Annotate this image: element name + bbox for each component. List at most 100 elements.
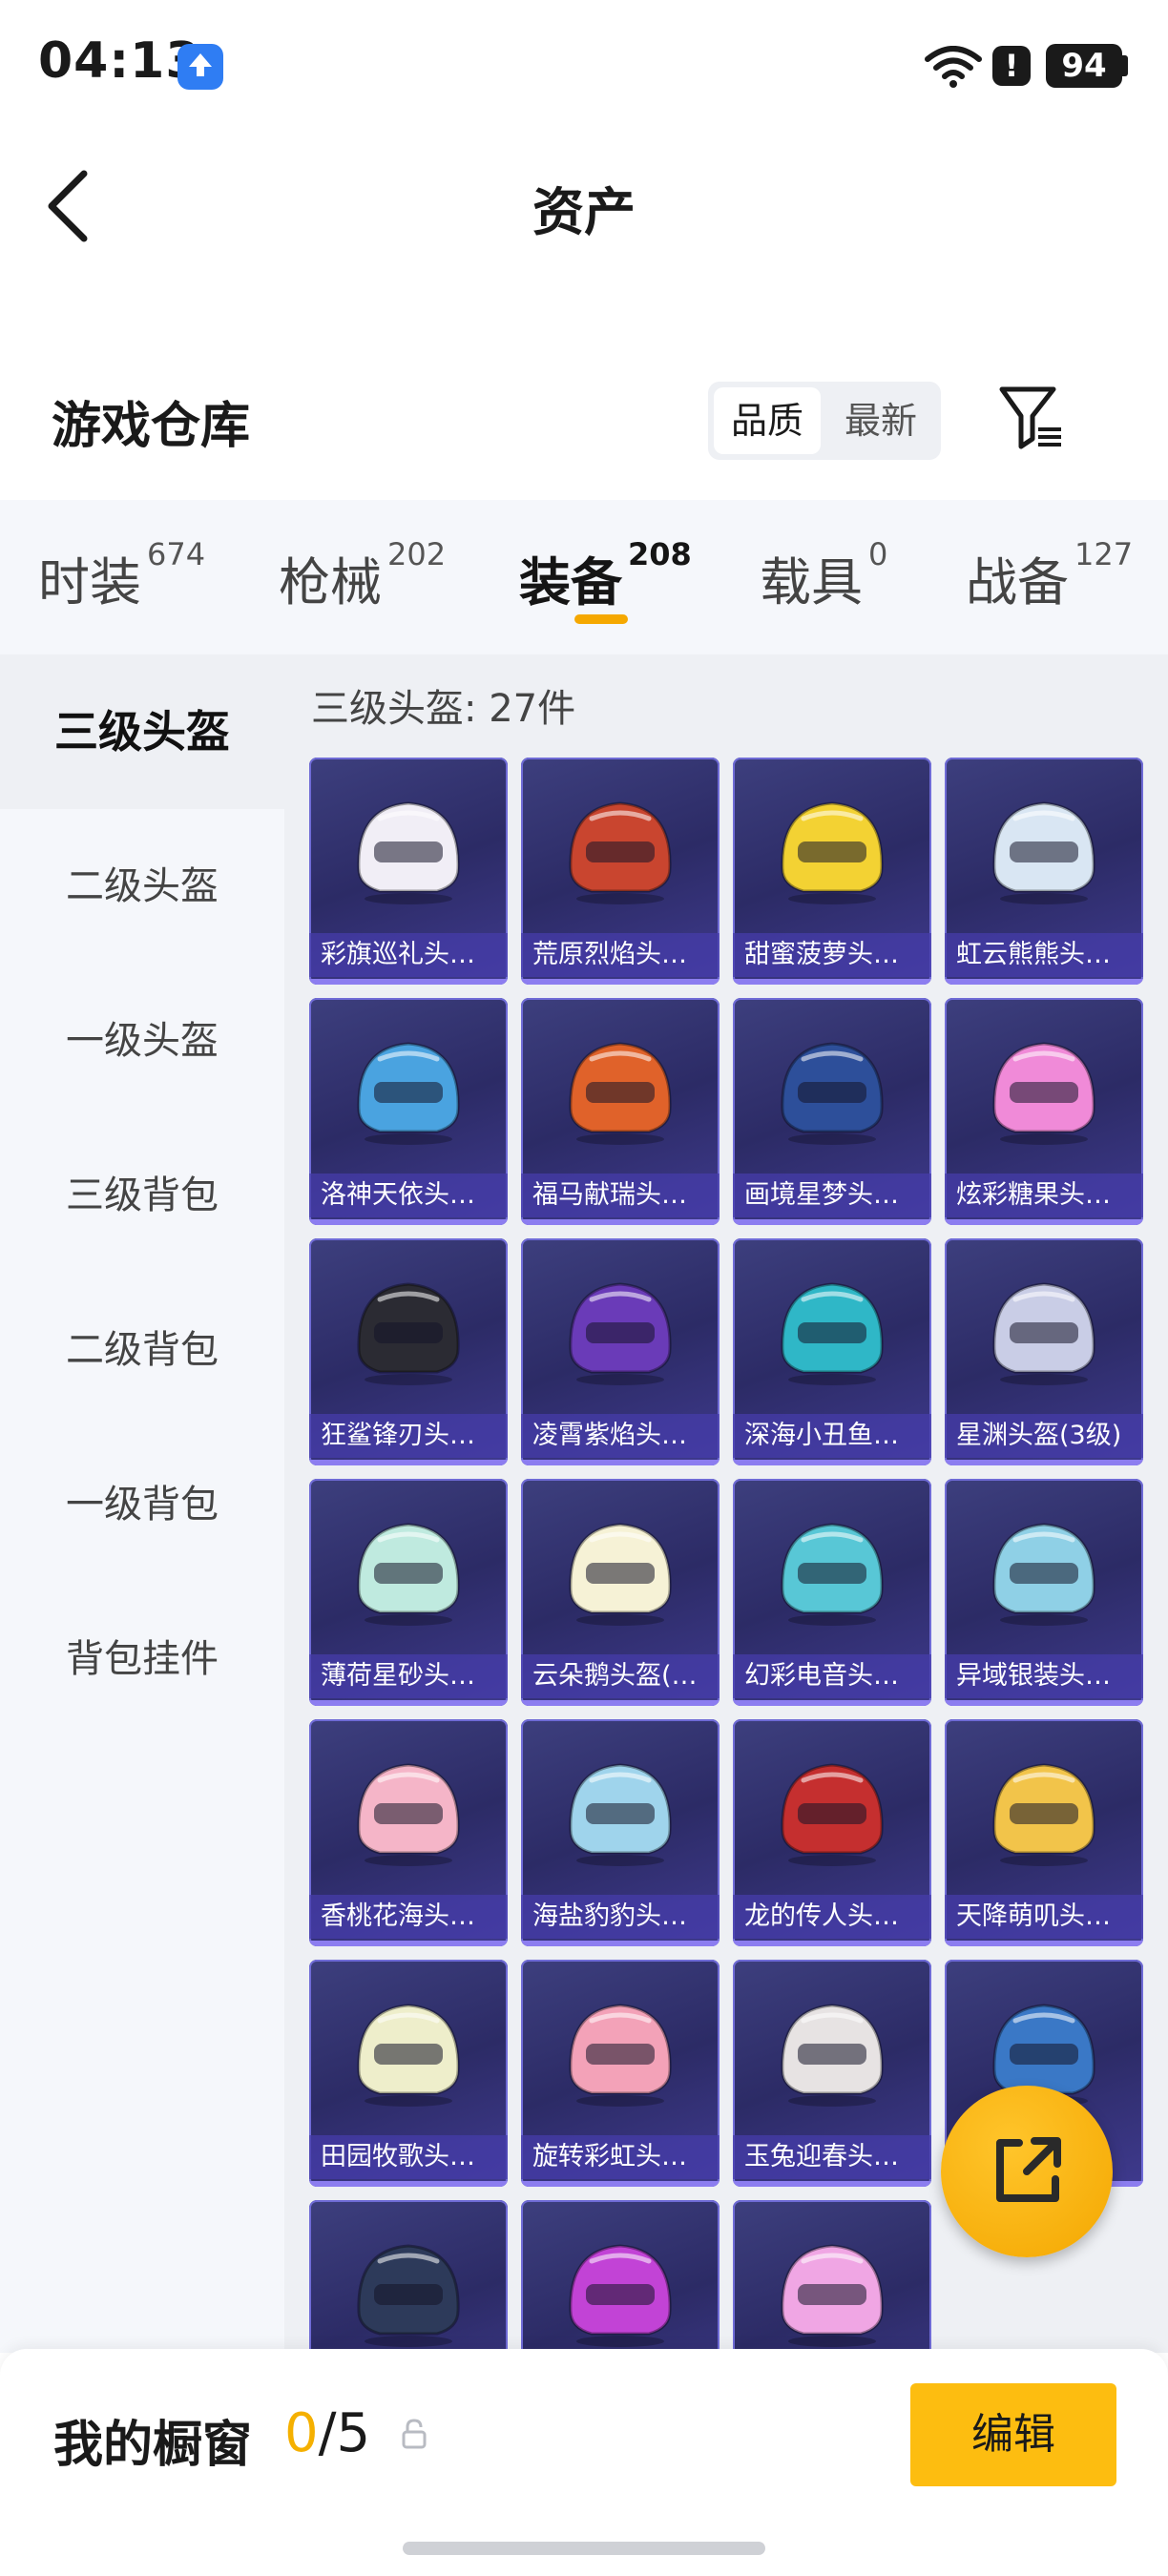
item-name: 凌霄紫焰头… [521, 1414, 720, 1458]
item-card[interactable]: 深海小丑鱼… [733, 1238, 931, 1465]
item-card[interactable]: 甜蜜菠萝头… [733, 758, 931, 985]
item-card[interactable]: 荒原烈焰头… [521, 758, 720, 985]
item-name: 虹云熊熊头… [945, 933, 1143, 977]
item-name: 薄荷星砂头… [309, 1654, 508, 1698]
card-accent [733, 1460, 931, 1465]
battery-tip [1122, 55, 1128, 76]
home-indicator[interactable] [403, 2542, 765, 2555]
item-card[interactable]: 龙的传人头… [733, 1719, 931, 1946]
item-card[interactable]: 旋转彩虹头… [521, 1960, 720, 2187]
item-card[interactable]: 凌霄紫焰头… [521, 1238, 720, 1465]
item-card[interactable]: 幻彩电音头… [733, 1479, 931, 1706]
tab-label: 战备 [966, 552, 1069, 613]
tab-vehicles[interactable]: 载具 0 [760, 536, 887, 615]
item-card[interactable]: 田园牧歌头… [309, 1960, 508, 2187]
helmet-icon [992, 1282, 1095, 1385]
helmet-icon [357, 1042, 460, 1145]
item-card[interactable]: 炫彩糖果头… [945, 998, 1143, 1225]
helmet-icon [569, 2004, 672, 2107]
helmet-icon [357, 801, 460, 904]
item-name: 玉兔迎春头… [733, 2135, 931, 2179]
card-accent [309, 2181, 508, 2187]
item-name: 荒原烈焰头… [521, 933, 720, 977]
grid-count-title: 三级头盔: 27件 [311, 687, 576, 731]
item-card[interactable] [309, 2200, 508, 2353]
tab-count: 674 [147, 536, 206, 572]
item-card[interactable]: 云朵鹅头盔(… [521, 1479, 720, 1706]
item-card[interactable] [733, 2200, 931, 2353]
helmet-icon [569, 1763, 672, 1866]
item-card[interactable]: 香桃花海头… [309, 1719, 508, 1946]
item-card[interactable]: 星渊头盔(3级) [945, 1238, 1143, 1465]
helmet-icon [781, 1763, 884, 1866]
helmet-icon [781, 801, 884, 904]
helmet-icon [357, 1763, 460, 1866]
helmet-icon [781, 1523, 884, 1626]
item-card[interactable] [521, 2200, 720, 2353]
helmet-icon [992, 801, 1095, 904]
helmet-icon [569, 1042, 672, 1145]
sidebar-item-level1-helmet[interactable]: 一级头盔 [0, 964, 284, 1118]
helmet-icon [569, 801, 672, 904]
item-card[interactable]: 海盐豹豹头… [521, 1719, 720, 1946]
wifi-icon [925, 46, 982, 88]
card-accent [733, 979, 931, 985]
tab-count: 208 [628, 536, 692, 572]
sidebar-item-backpack-charm[interactable]: 背包挂件 [0, 1582, 284, 1736]
warehouse-title: 游戏仓库 [52, 398, 251, 455]
sidebar-item-level2-helmet[interactable]: 二级头盔 [0, 809, 284, 964]
upload-app-icon [177, 44, 223, 90]
item-name: 田园牧歌头… [309, 2135, 508, 2179]
card-accent [733, 1941, 931, 1946]
card-accent [521, 1700, 720, 1706]
tab-fashion[interactable]: 时装 674 [38, 536, 205, 615]
item-card[interactable]: 狂鲨锋刃头… [309, 1238, 508, 1465]
item-card[interactable]: 彩旗巡礼头… [309, 758, 508, 985]
item-card[interactable]: 异域银装头… [945, 1479, 1143, 1706]
filter-icon[interactable] [998, 384, 1065, 452]
item-name: 福马献瑞头… [521, 1174, 720, 1217]
tab-label: 载具 [760, 552, 863, 613]
sort-by-latest-button[interactable]: 最新 [826, 387, 935, 454]
card-accent [309, 1219, 508, 1225]
item-card[interactable]: 虹云熊熊头… [945, 758, 1143, 985]
card-accent [945, 1460, 1143, 1465]
helmet-icon [992, 1763, 1095, 1866]
item-name: 深海小丑鱼… [733, 1414, 931, 1458]
helmet-icon [569, 1282, 672, 1385]
sidebar-item-level2-backpack[interactable]: 二级背包 [0, 1273, 284, 1427]
sidebar-item-level3-helmet[interactable]: 三级头盔 [0, 654, 284, 809]
card-accent [945, 1219, 1143, 1225]
item-name: 龙的传人头… [733, 1895, 931, 1939]
item-card[interactable]: 画境星梦头… [733, 998, 931, 1225]
card-accent [309, 1941, 508, 1946]
card-accent [309, 1700, 508, 1706]
tab-label: 时装 [38, 552, 141, 613]
sidebar-item-level1-backpack[interactable]: 一级背包 [0, 1427, 284, 1582]
card-accent [309, 979, 508, 985]
share-button[interactable] [941, 2086, 1113, 2257]
item-card[interactable]: 天降萌叽头… [945, 1719, 1143, 1946]
tab-equipment[interactable]: 装备 208 [519, 536, 692, 615]
lock-icon [402, 2419, 427, 2449]
helmet-icon [781, 1282, 884, 1385]
tab-weapons[interactable]: 枪械 202 [279, 536, 446, 615]
item-card[interactable]: 玉兔迎春头… [733, 1960, 931, 2187]
edit-button[interactable]: 编辑 [910, 2383, 1116, 2486]
item-card[interactable]: 薄荷星砂头… [309, 1479, 508, 1706]
sort-by-quality-button[interactable]: 品质 [714, 387, 821, 454]
helmet-icon [781, 2244, 884, 2347]
sidebar-item-level3-backpack[interactable]: 三级背包 [0, 1118, 284, 1273]
share-external-icon [996, 2137, 1061, 2202]
item-name: 彩旗巡礼头… [309, 933, 508, 977]
item-card[interactable]: 福马献瑞头… [521, 998, 720, 1225]
item-card[interactable]: 洛神天依头… [309, 998, 508, 1225]
tab-supplies[interactable]: 战备 127 [966, 536, 1133, 615]
card-accent [945, 979, 1143, 985]
battery-icon: 94 [1046, 44, 1122, 88]
helmet-icon [781, 1042, 884, 1145]
card-accent [733, 2181, 931, 2187]
card-accent [309, 1460, 508, 1465]
item-name: 天降萌叽头… [945, 1895, 1143, 1939]
card-accent [521, 1460, 720, 1465]
